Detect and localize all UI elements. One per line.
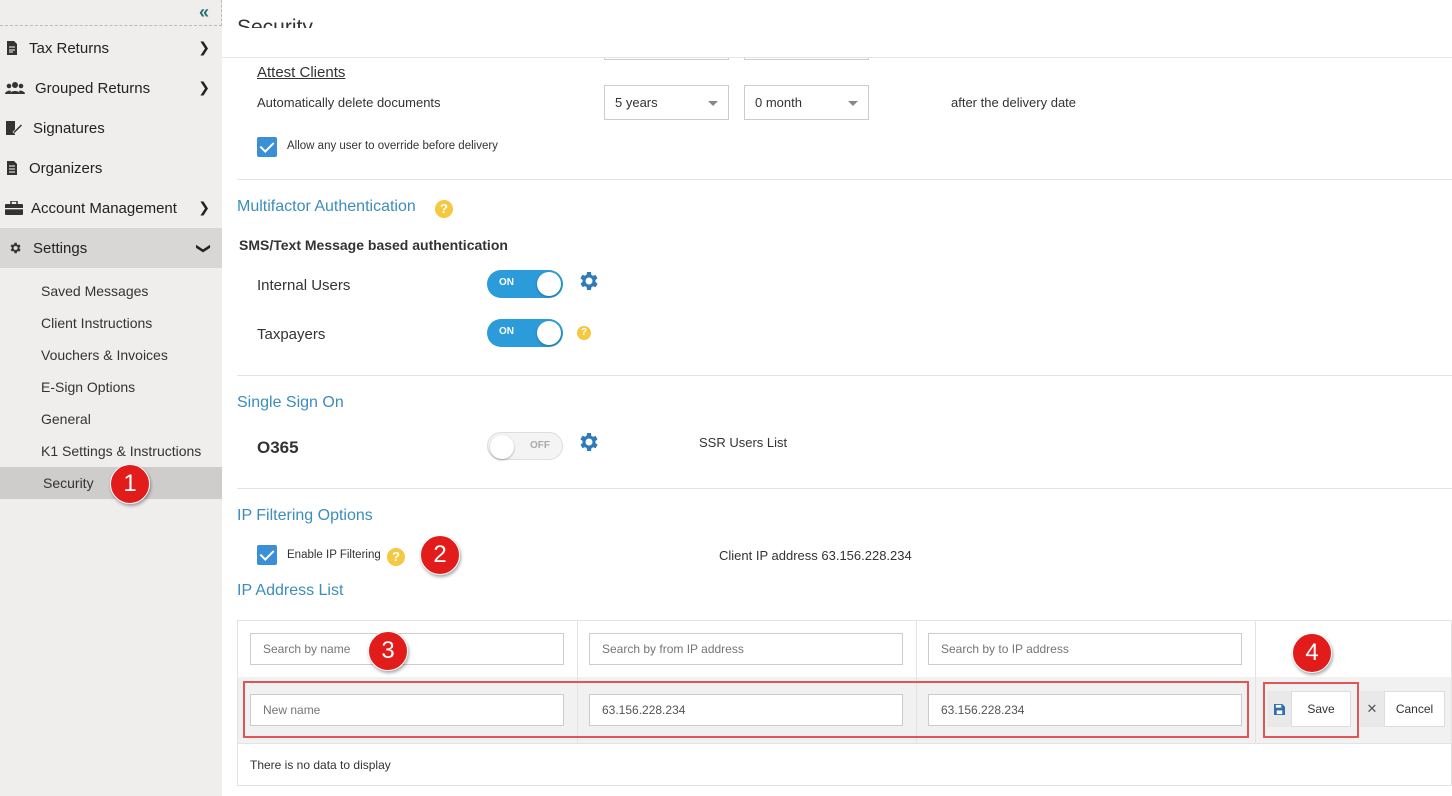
callout-badge-1: 1 xyxy=(110,464,150,504)
years-select[interactable]: 5 years xyxy=(604,85,729,120)
chevron-right-icon: ❯ xyxy=(198,199,210,215)
toggle-off-text: OFF xyxy=(530,440,550,451)
save-highlight xyxy=(1263,682,1359,738)
attest-clients-link[interactable]: Attest Clients xyxy=(257,64,345,81)
toggle-on-text: ON xyxy=(499,326,514,337)
enable-ip-filtering-label: Enable IP Filtering xyxy=(287,549,381,561)
ssr-users-list-link[interactable]: SSR Users List xyxy=(699,435,787,450)
column-divider xyxy=(1255,621,1256,743)
section-divider xyxy=(237,375,1452,376)
callout-badge-2: 2 xyxy=(420,535,460,575)
sidebar-subitem-esign-options[interactable]: E-Sign Options xyxy=(0,371,222,403)
sidebar-item-account-management[interactable]: Account Management ❯ xyxy=(0,188,222,228)
sidebar-subitem-general[interactable]: General xyxy=(0,403,222,435)
header-mask xyxy=(222,28,1452,57)
sidebar-subitem-saved-messages[interactable]: Saved Messages xyxy=(0,275,222,307)
sidebar-subitem-client-instructions[interactable]: Client Instructions xyxy=(0,307,222,339)
section-divider xyxy=(237,488,1452,489)
delivery-date-suffix: after the delivery date xyxy=(951,95,1077,110)
sidebar: « Tax Returns ❯ Grouped Returns ❯ Signat… xyxy=(0,0,222,796)
sidebar-item-label: Grouped Returns xyxy=(35,79,151,97)
signature-icon xyxy=(6,121,23,135)
sidebar-item-signatures[interactable]: Signatures xyxy=(0,108,222,148)
taxpayers-toggle[interactable]: ON xyxy=(487,319,563,347)
o365-toggle[interactable]: OFF xyxy=(487,432,563,460)
sidebar-item-grouped-returns[interactable]: Grouped Returns ❯ xyxy=(0,68,222,108)
chevron-down-icon: ❯ xyxy=(196,242,213,255)
sidebar-item-label: Account Management xyxy=(31,199,177,217)
row-divider xyxy=(238,743,1451,744)
sidebar-subitem-k1-settings[interactable]: K1 Settings & Instructions xyxy=(0,435,222,467)
chevron-right-icon: ❯ xyxy=(198,79,210,95)
sms-auth-subheading: SMS/Text Message based authentication xyxy=(239,237,508,253)
document-icon xyxy=(7,41,17,55)
callout-badge-4: 4 xyxy=(1292,633,1332,673)
sidebar-subitem-vouchers-invoices[interactable]: Vouchers & Invoices xyxy=(0,339,222,371)
search-by-from-ip-input[interactable] xyxy=(589,633,903,665)
toggle-knob xyxy=(490,435,514,459)
months-select[interactable]: 0 month xyxy=(744,85,869,120)
internal-users-toggle[interactable]: ON xyxy=(487,270,563,298)
mfa-heading: Multifactor Authentication xyxy=(237,198,416,215)
sidebar-item-label: Organizers xyxy=(29,159,103,177)
sidebar-item-settings[interactable]: Settings ❯ xyxy=(0,228,222,268)
empty-table-message: There is no data to display xyxy=(250,758,391,772)
months-select-value: 0 month xyxy=(755,95,802,110)
new-row-highlight xyxy=(243,681,1249,738)
file-text-icon xyxy=(7,161,17,175)
cancel-button-icon-area[interactable]: ✕ xyxy=(1360,691,1384,727)
users-icon xyxy=(5,82,25,94)
auto-delete-label: Automatically delete documents xyxy=(257,95,441,110)
gear-icon[interactable] xyxy=(576,430,600,454)
override-checkbox[interactable] xyxy=(257,137,277,157)
sidebar-item-label: Tax Returns xyxy=(29,39,110,57)
callout-badge-3: 3 xyxy=(368,631,408,671)
internal-users-label: Internal Users xyxy=(257,277,351,294)
client-ip-address: Client IP address 63.156.228.234 xyxy=(719,548,912,563)
years-select-value: 5 years xyxy=(615,95,658,110)
double-chevron-left-icon[interactable]: « xyxy=(199,2,209,23)
enable-ip-filtering-checkbox[interactable] xyxy=(257,545,277,565)
briefcase-icon xyxy=(5,201,23,215)
sidebar-item-organizers[interactable]: Organizers xyxy=(0,148,222,188)
override-label: Allow any user to override before delive… xyxy=(287,140,498,152)
ip-address-list-heading: IP Address List xyxy=(237,582,344,599)
search-by-to-ip-input[interactable] xyxy=(928,633,1242,665)
chevron-right-icon: ❯ xyxy=(198,39,210,55)
sidebar-collapse[interactable]: « xyxy=(0,0,222,26)
gear-icon xyxy=(10,242,21,254)
ip-filtering-heading: IP Filtering Options xyxy=(237,507,373,524)
help-icon[interactable]: ? xyxy=(387,548,405,566)
caret-down-icon xyxy=(708,101,718,106)
o365-label: O365 xyxy=(257,438,299,457)
close-icon: ✕ xyxy=(1366,701,1378,716)
sidebar-item-tax-returns[interactable]: Tax Returns ❯ xyxy=(0,28,222,68)
sidebar-item-label: Settings xyxy=(33,239,88,257)
sidebar-item-label: Signatures xyxy=(33,119,105,137)
help-icon[interactable]: ? xyxy=(577,326,591,340)
toggle-knob xyxy=(537,272,561,296)
help-icon[interactable]: ? xyxy=(435,200,453,218)
toggle-on-text: ON xyxy=(499,277,514,288)
sso-heading: Single Sign On xyxy=(237,394,344,411)
cancel-button[interactable]: Cancel xyxy=(1384,691,1445,727)
caret-down-icon xyxy=(848,101,858,106)
section-divider xyxy=(237,179,1452,180)
toggle-knob xyxy=(537,321,561,345)
header-divider xyxy=(222,57,1452,58)
taxpayers-label: Taxpayers xyxy=(257,326,326,343)
gear-icon[interactable] xyxy=(576,269,600,293)
